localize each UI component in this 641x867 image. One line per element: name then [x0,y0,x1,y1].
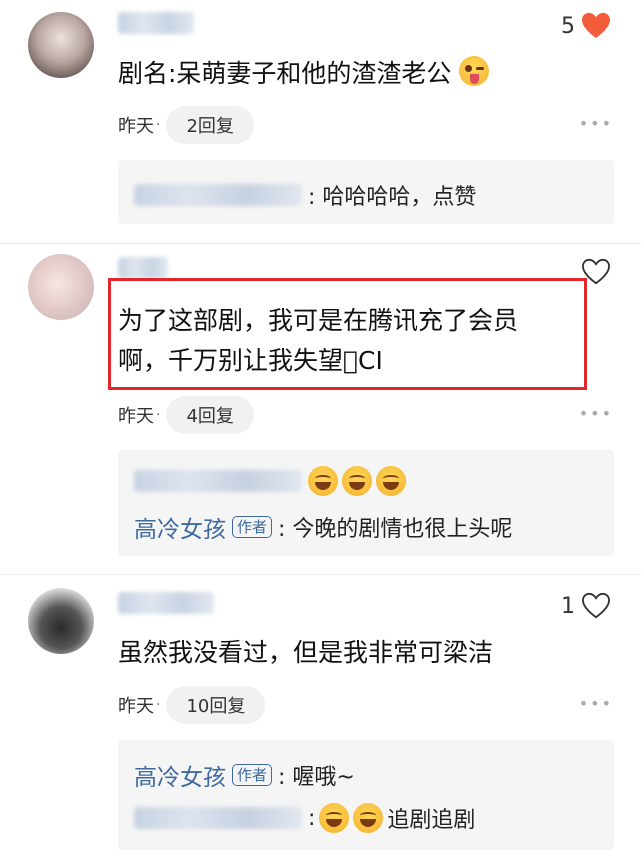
divider [0,243,641,244]
reply-username-blurred[interactable] [134,470,302,492]
reply-text: : 哈哈哈哈，点赞 [308,185,477,210]
winking-face-with-tongue-icon [459,56,490,86]
reply-box: 高冷女孩 作者 : 今晚的剧情也很上头呢 [118,450,614,556]
reply-username-blurred[interactable] [134,184,302,206]
comment-meta: 昨天 · 4回复 [118,396,254,434]
more-dots-icon[interactable]: ••• [579,694,613,713]
reply-box: : 哈哈哈哈，点赞 [118,160,614,224]
user-avatar-3[interactable] [28,588,94,654]
divider [0,574,641,575]
comment-meta: 昨天 · 2回复 [118,106,254,144]
reply-item[interactable]: : 哈哈哈哈，点赞 [134,179,476,211]
reply-count-button[interactable]: 4回复 [166,396,254,434]
reply-username-blurred[interactable] [134,807,302,829]
comment-time: 昨天 [118,406,154,427]
comment-text-content: 剧名:呆萌妻子和他的渣渣老公 [118,59,452,88]
grinning-face-icon [319,803,350,833]
like-count: 1 [561,593,575,619]
like-control[interactable]: 1 [561,592,611,620]
username-blurred[interactable] [118,257,168,279]
like-count: 5 [561,13,575,39]
separator-dot: · [156,697,161,713]
reply-count-button[interactable]: 2回复 [166,106,254,144]
more-dots-icon[interactable]: ••• [579,404,613,423]
reply-colon: : [308,805,316,831]
author-badge: 作者 [232,516,273,538]
comment-text: 虽然我没看过，但是我非常可梁洁 [118,638,494,667]
grinning-face-icon [342,466,372,496]
heart-filled-icon[interactable] [581,12,611,40]
grinning-face-icon [376,466,406,496]
separator-dot: · [156,117,161,133]
author-badge: 作者 [232,764,273,786]
reply-author-name[interactable]: 高冷女孩 [134,758,226,792]
reply-item[interactable]: : 追剧追剧 [134,802,475,834]
comment-meta: 昨天 · 10回复 [118,686,266,724]
reply-item[interactable]: 高冷女孩 作者 : 今晚的剧情也很上头呢 [134,510,512,544]
comment-time: 昨天 [118,116,154,137]
like-control[interactable]: 5 [561,12,611,40]
more-dots-icon[interactable]: ••• [579,114,613,133]
reply-text: 追剧追剧 [387,808,476,833]
highlight-box [108,278,587,390]
comment-text: 剧名:呆萌妻子和他的渣渣老公 [118,55,490,93]
reply-box: 高冷女孩 作者 : 喔哦~ : 追剧追剧 [118,740,614,850]
username-blurred[interactable] [118,592,214,614]
reply-item[interactable]: 高冷女孩 作者 : 喔哦~ [134,758,355,792]
reply-count-button[interactable]: 10回复 [166,686,266,724]
heart-outline-icon[interactable] [581,592,611,620]
comment-time: 昨天 [118,696,154,717]
grinning-face-icon [353,803,384,833]
grinning-face-icon [308,466,338,496]
reply-author-name[interactable]: 高冷女孩 [134,510,226,544]
user-avatar-1[interactable] [28,12,94,78]
reply-text: : 喔哦~ [278,765,355,790]
username-blurred[interactable] [118,12,194,34]
reply-item[interactable] [134,466,410,496]
separator-dot: · [156,407,161,423]
reply-text: : 今晚的剧情也很上头呢 [278,517,513,542]
user-avatar-2[interactable] [28,254,94,320]
